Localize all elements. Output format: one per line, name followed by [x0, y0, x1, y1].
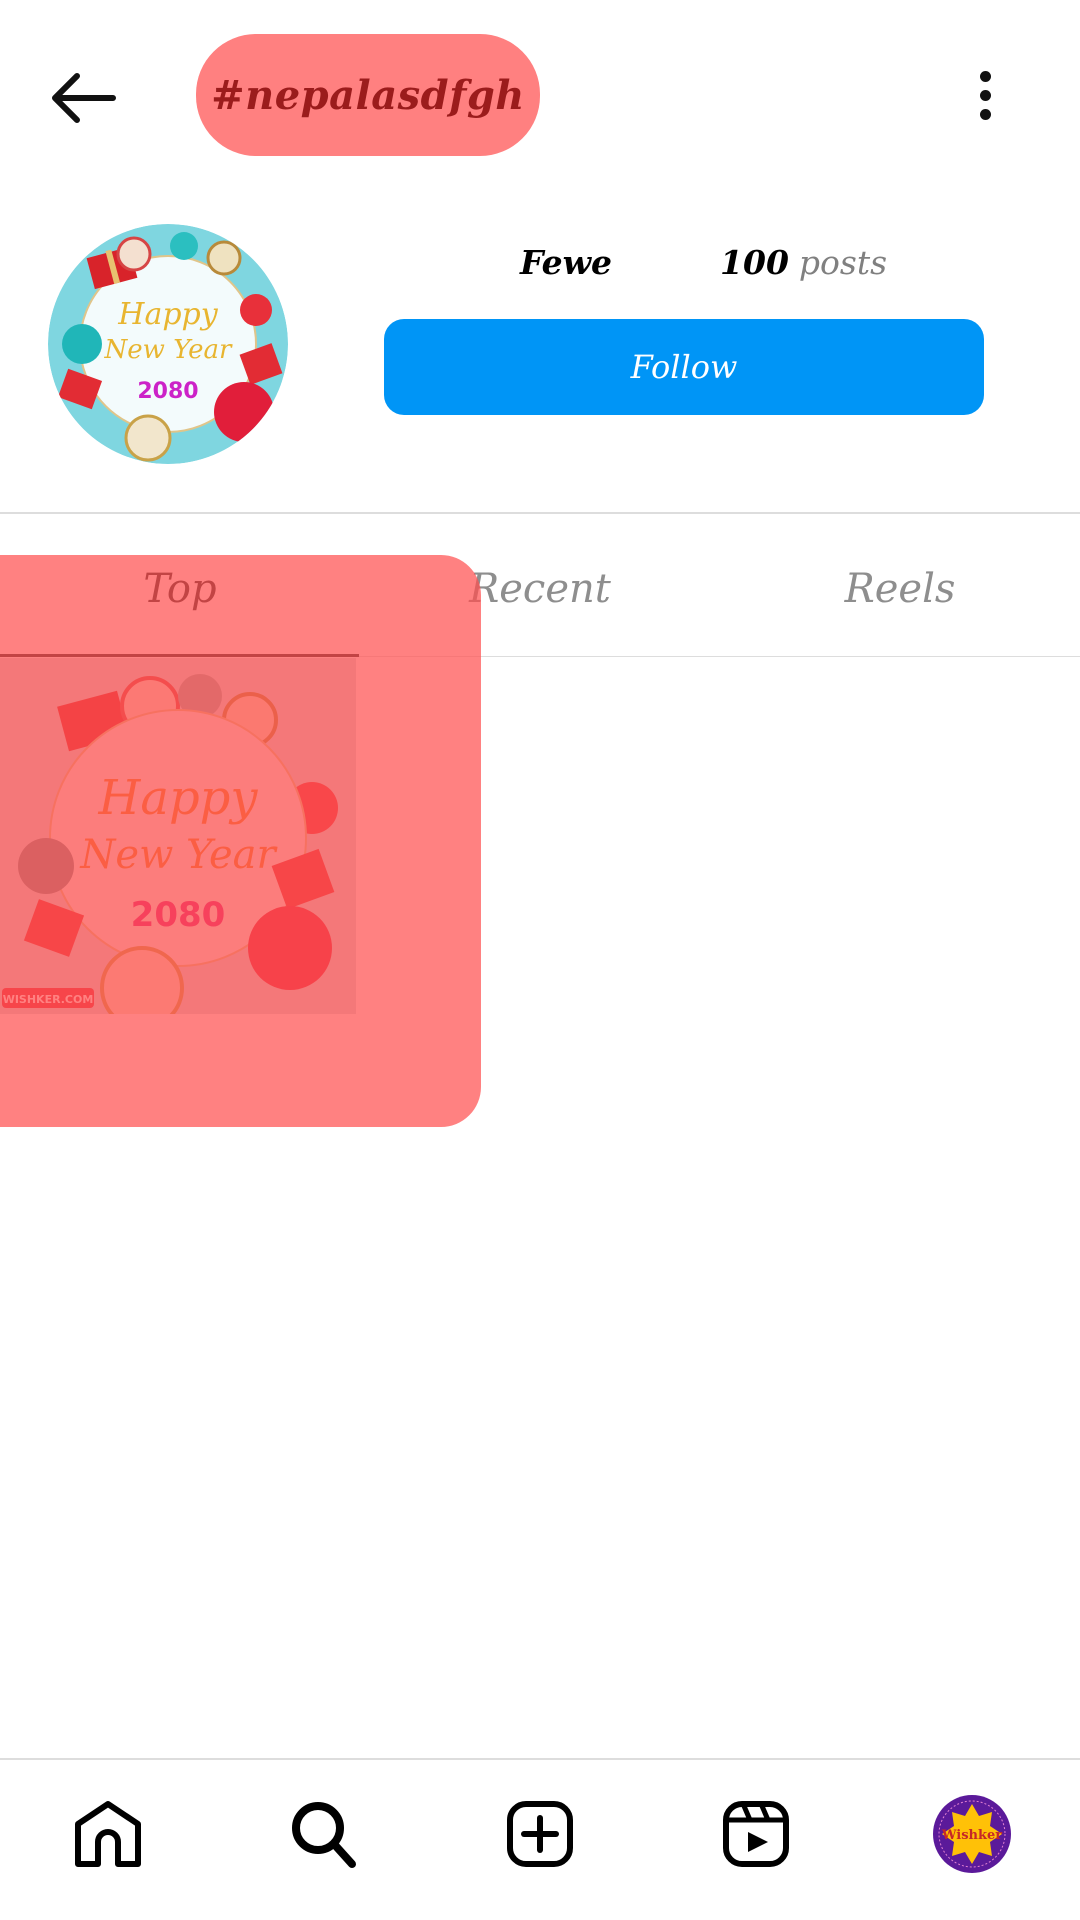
hashtag-title: #nepalasdfgh	[196, 34, 540, 156]
plus-square-icon	[507, 1801, 573, 1867]
hashtag-avatar: Happy New Year 2080	[48, 224, 288, 464]
more-vertical-icon	[979, 70, 991, 82]
tab-reels-label: Reels	[844, 566, 956, 612]
happy-new-year-image: Happy New Year 2080	[48, 224, 288, 464]
post-happy-text: Happy	[97, 770, 258, 826]
section-divider	[0, 512, 1080, 514]
bottom-nav-divider	[0, 1758, 1080, 1760]
tab-top[interactable]: Top	[0, 548, 360, 656]
avatar-newyear-text: New Year	[104, 335, 233, 365]
tab-recent[interactable]: Recent	[360, 548, 720, 656]
tab-top-label: Top	[143, 566, 217, 612]
nav-home[interactable]	[60, 1786, 156, 1882]
redaction-mask	[612, 240, 717, 324]
reels-icon	[723, 1801, 789, 1867]
profile-avatar-text: Wishker	[941, 1828, 1002, 1843]
nav-profile[interactable]: Wishker	[924, 1786, 1020, 1882]
nav-search[interactable]	[276, 1786, 372, 1882]
hashtag-name: Fewe	[520, 242, 613, 282]
more-vertical-icon-dot	[979, 108, 991, 120]
more-options-button[interactable]	[950, 58, 1020, 132]
profile-avatar: Wishker	[933, 1795, 1011, 1873]
hashtag-title-text: #nepalasdfgh	[211, 71, 525, 119]
avatar-happy-text: Happy	[117, 297, 218, 332]
back-button[interactable]	[40, 58, 124, 138]
post-newyear-text: New Year	[79, 832, 278, 878]
nav-reels[interactable]	[708, 1786, 804, 1882]
more-vertical-icon-dot	[979, 89, 991, 101]
follow-button-label: Follow	[630, 348, 738, 386]
avatar-year-text: 2080	[137, 379, 198, 404]
grid-post[interactable]: Happy New Year 2080 WISHKER.COM	[0, 658, 356, 1014]
nav-create[interactable]	[492, 1786, 588, 1882]
post-year-text: 2080	[131, 895, 226, 935]
home-icon	[75, 1801, 141, 1867]
post-watermark: WISHKER.COM	[3, 993, 94, 1006]
tab-reels[interactable]: Reels	[720, 548, 1080, 656]
follow-button[interactable]: Follow	[384, 319, 984, 415]
tab-recent-label: Recent	[469, 566, 611, 612]
arrow-left-icon	[52, 73, 116, 123]
search-icon	[292, 1802, 356, 1868]
hashtag-stats: Fewe 100 posts	[420, 234, 960, 324]
post-count-label: posts	[798, 242, 888, 282]
happy-new-year-post-image: Happy New Year 2080 WISHKER.COM	[0, 658, 356, 1014]
active-tab-indicator	[0, 654, 359, 657]
post-count: 100	[720, 242, 789, 282]
